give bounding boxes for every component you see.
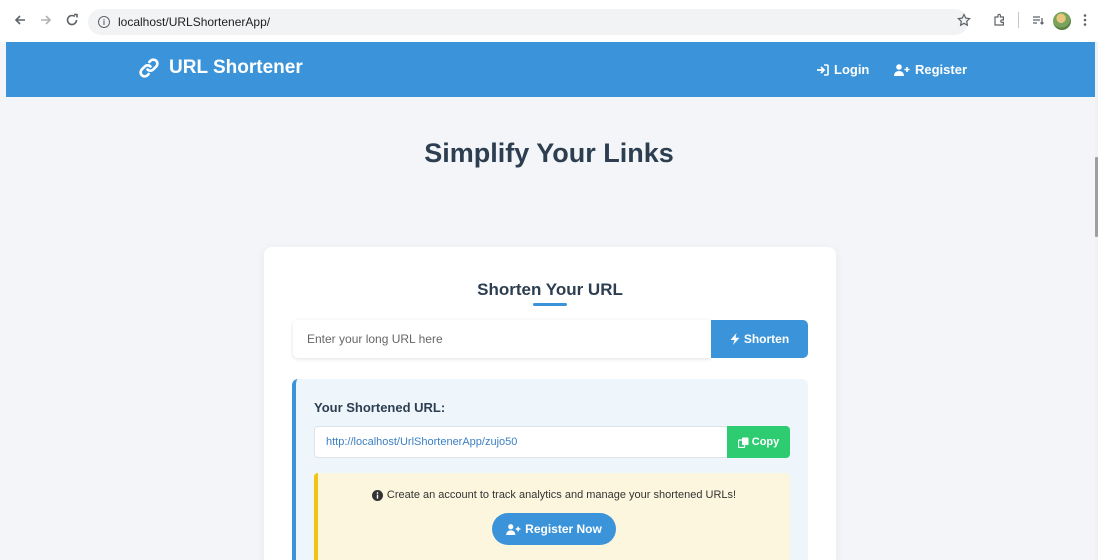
app-navbar: URL Shortener Login Register <box>6 42 1095 97</box>
notice-message: Create an account to track analytics and… <box>386 489 737 501</box>
login-label: Login <box>834 62 870 77</box>
short-url-field[interactable]: http://localhost/UrlShortenerApp/zujo50 <box>314 426 728 458</box>
brand-link[interactable]: URL Shortener <box>138 57 303 79</box>
short-url-value: http://localhost/UrlShortenerApp/zujo50 <box>326 436 518 448</box>
shorten-card: Shorten Your URL Shorten Your Shortened … <box>264 247 836 560</box>
user-plus-icon <box>506 523 521 535</box>
copy-button[interactable]: Copy <box>727 426 790 458</box>
login-link[interactable]: Login <box>816 62 869 77</box>
long-url-input[interactable] <box>293 320 711 358</box>
account-notice: Create an account to track analytics and… <box>314 473 790 560</box>
shorten-label: Shorten <box>743 332 790 346</box>
extensions-icon[interactable] <box>992 11 1006 29</box>
register-now-label: Register Now <box>525 522 602 536</box>
profile-avatar[interactable] <box>1053 12 1071 30</box>
reading-list-icon[interactable] <box>1031 11 1045 29</box>
more-menu-icon[interactable] <box>1083 11 1087 29</box>
result-label: Your Shortened URL: <box>314 400 446 415</box>
toolbar-separator <box>1018 12 1019 28</box>
address-url: localhost/URLShortenerApp/ <box>118 15 271 29</box>
link-icon <box>139 58 159 78</box>
card-title: Shorten Your URL <box>477 280 623 299</box>
register-label: Register <box>915 62 968 77</box>
title-underline <box>533 303 567 306</box>
register-now-button[interactable]: Register Now <box>492 513 616 545</box>
user-plus-icon <box>894 63 910 76</box>
brand-name: URL Shortener <box>169 57 303 78</box>
reload-icon[interactable] <box>64 12 80 28</box>
browser-toolbar: i localhost/URLShortenerApp/ <box>0 0 1098 42</box>
info-circle-icon <box>371 489 383 501</box>
arrow-right-icon[interactable] <box>38 12 54 28</box>
copy-label: Copy <box>751 436 780 448</box>
arrow-left-icon[interactable] <box>12 12 28 28</box>
sign-in-icon <box>817 63 829 76</box>
notice-text: Create an account to track analytics and… <box>318 489 790 501</box>
page-title: Simplify Your Links <box>424 138 674 168</box>
site-info-icon[interactable]: i <box>98 16 110 28</box>
bolt-icon <box>730 333 740 345</box>
star-icon[interactable] <box>957 11 971 29</box>
address-bar[interactable]: i localhost/URLShortenerApp/ <box>88 9 968 35</box>
shorten-button[interactable]: Shorten <box>711 320 808 358</box>
register-link[interactable]: Register <box>894 62 967 77</box>
result-panel: Your Shortened URL: http://localhost/Url… <box>292 379 808 560</box>
copy-icon <box>737 437 749 448</box>
